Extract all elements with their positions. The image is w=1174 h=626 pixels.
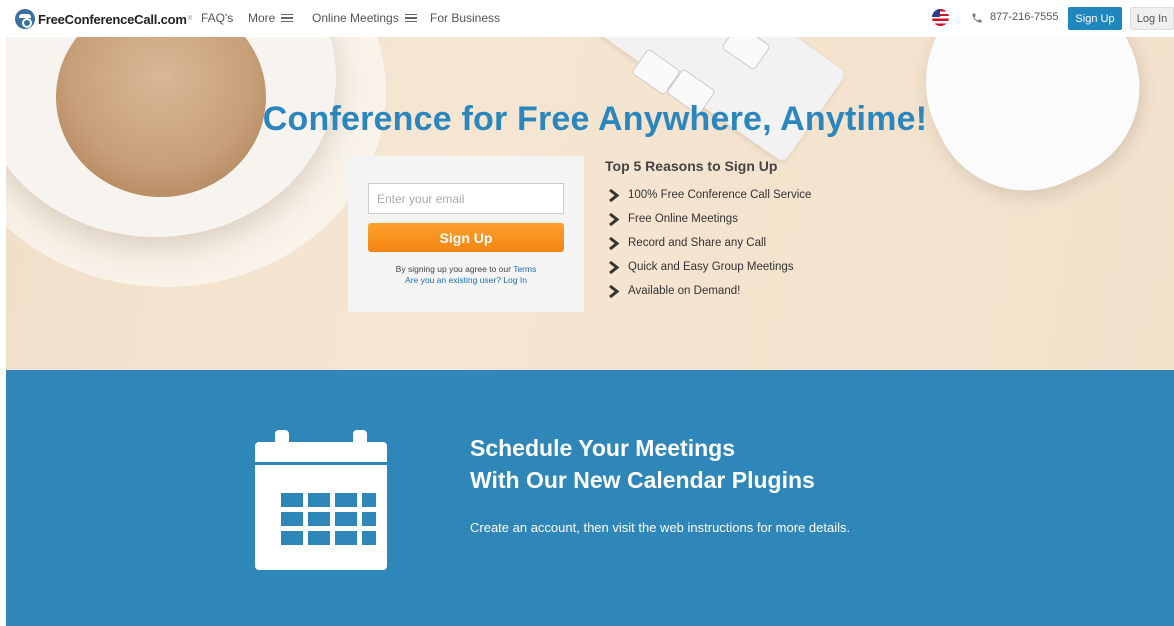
calendar-promo-section: Schedule Your Meetings With Our New Cale…	[6, 370, 1174, 626]
reason-item: Quick and Easy Group Meetings	[605, 255, 811, 279]
logo-phone-icon	[15, 9, 35, 29]
reason-item: Free Online Meetings	[605, 207, 811, 231]
promo-title-line2: With Our New Calendar Plugins	[470, 467, 815, 493]
reason-item: 100% Free Conference Call Service	[605, 183, 811, 207]
logo-text: FreeConferenceCall.com	[38, 11, 187, 27]
phone-icon	[972, 13, 982, 23]
nav-signup-button[interactable]: Sign Up	[1068, 7, 1122, 30]
nav-faq-link[interactable]: FAQ's	[201, 11, 233, 25]
hero-headline: Conference for Free Anywhere, Anytime!	[262, 100, 928, 138]
promo-title-line1: Schedule Your Meetings	[470, 435, 735, 461]
logo-registered-mark: ®	[187, 16, 193, 22]
reasons-list: Top 5 Reasons to Sign Up 100% Free Confe…	[605, 158, 811, 303]
existing-user-login-link[interactable]: Log In	[503, 275, 527, 285]
terms-prefix: By signing up you agree to our	[395, 264, 514, 274]
site-logo[interactable]: FreeConferenceCall.com ®	[15, 9, 192, 29]
reason-text: Quick and Easy Group Meetings	[628, 261, 794, 273]
chevron-right-icon	[609, 284, 620, 298]
reason-text: 100% Free Conference Call Service	[628, 189, 812, 201]
nav-for-business-label: For Business	[430, 11, 501, 25]
reason-text: Available on Demand!	[628, 285, 741, 297]
reason-text: Record and Share any Call	[628, 237, 767, 249]
nav-online-meetings-menu[interactable]: Online Meetings	[312, 11, 417, 25]
reason-text: Free Online Meetings	[628, 213, 738, 225]
hamburger-icon	[404, 12, 417, 25]
nav-more-menu[interactable]: More	[248, 11, 294, 25]
nav-online-meetings-label: Online Meetings	[312, 11, 399, 25]
calendar-icon	[255, 430, 387, 570]
existing-user-prefix[interactable]: Are you an existing user?	[405, 275, 503, 285]
nav-more-label: More	[248, 11, 276, 25]
us-flag-icon[interactable]	[932, 9, 949, 26]
chevron-right-icon	[609, 260, 620, 274]
chevron-right-icon	[609, 236, 620, 250]
reason-item: Available on Demand!	[605, 279, 811, 303]
top-nav: FreeConferenceCall.com ® FAQ's More Onli…	[0, 0, 1174, 37]
chevron-right-icon	[609, 212, 620, 226]
phone-number[interactable]: 877-216-7555	[990, 11, 1059, 23]
promo-title: Schedule Your Meetings With Our New Cale…	[470, 432, 815, 496]
promo-subtitle: Create an account, then visit the web in…	[470, 520, 851, 535]
terms-text: By signing up you agree to our Terms Are…	[348, 264, 584, 286]
nav-faq-label: FAQ's	[201, 11, 234, 25]
chevron-right-icon	[609, 188, 620, 202]
hero-signup-button[interactable]: Sign Up	[368, 223, 564, 252]
reason-item: Record and Share any Call	[605, 231, 811, 255]
hero-section: Conference for Free Anywhere, Anytime! S…	[6, 37, 1174, 370]
terms-link[interactable]: Terms	[513, 264, 536, 274]
nav-login-button[interactable]: Log In	[1130, 7, 1174, 30]
signup-form: Sign Up By signing up you agree to our T…	[348, 156, 584, 312]
reasons-title: Top 5 Reasons to Sign Up	[605, 158, 778, 174]
email-input[interactable]	[368, 183, 564, 214]
hamburger-icon	[281, 12, 294, 25]
nav-for-business-link[interactable]: For Business	[430, 11, 500, 25]
